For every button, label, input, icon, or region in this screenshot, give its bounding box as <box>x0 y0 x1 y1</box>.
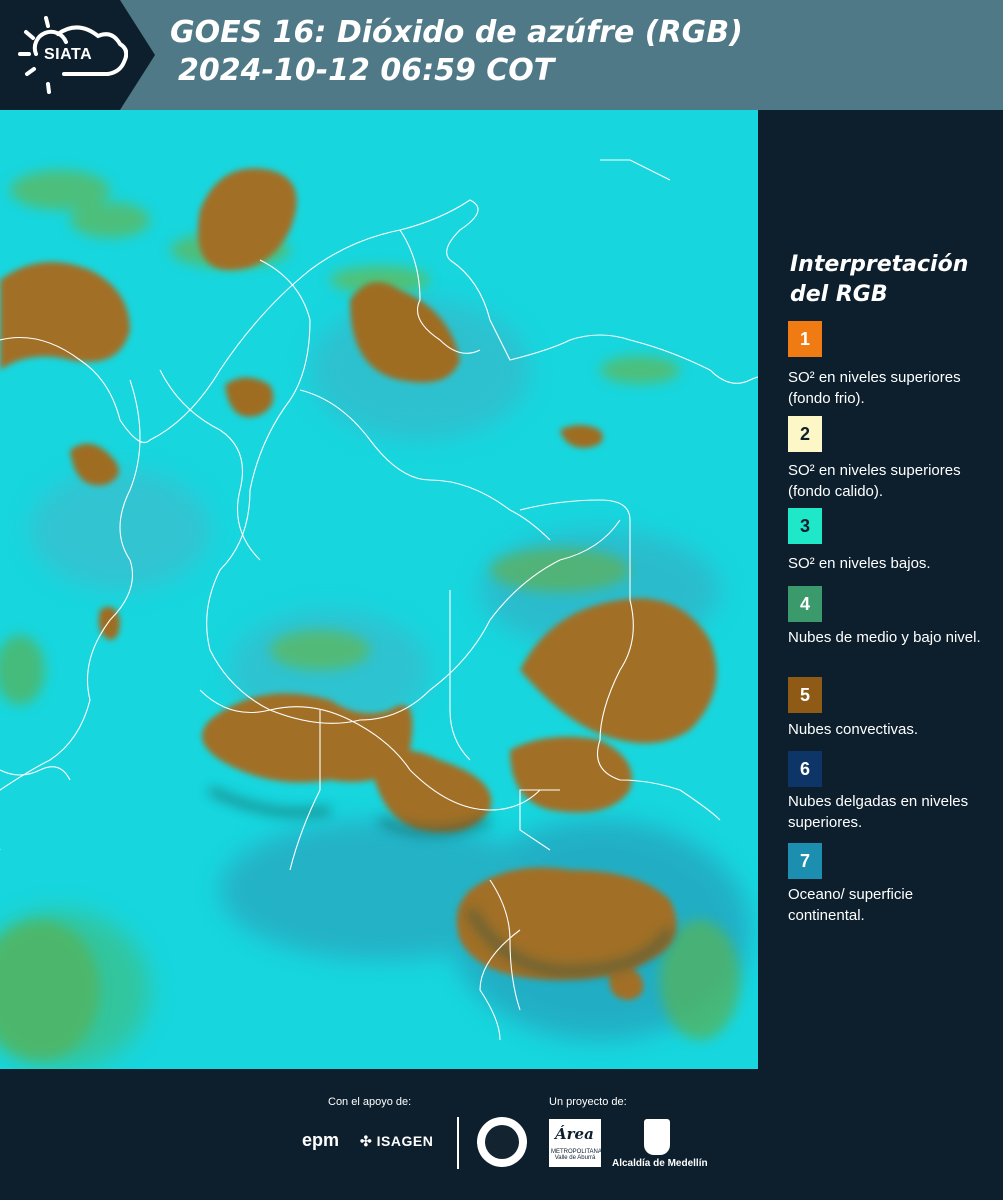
legend-swatch-4: 4 <box>788 586 822 622</box>
header-bar: SIATA GOES 16: Dióxido de azúfre (RGB) 2… <box>0 0 1003 110</box>
map-image <box>0 110 758 1069</box>
legend-label-1: SO² en niveles superiores (fondo frio). <box>788 369 961 407</box>
title-timestamp: 2024-10-12 06:59 COT <box>178 53 555 88</box>
legend-swatch-6: 6 <box>788 751 822 787</box>
legend-title-line1: Interpretación <box>790 252 969 277</box>
legend-label-6: Nubes delgadas en niveles superiores. <box>788 793 969 831</box>
area-logo-text: Área <box>555 1125 594 1143</box>
siata-logo[interactable]: SIATA <box>0 0 155 110</box>
alcaldia-label: Alcaldía de Medellín <box>612 1158 708 1169</box>
legend-swatch-7: 7 <box>788 843 822 879</box>
title-product: GOES 16: Dióxido de azúfre (RGB) <box>170 15 743 50</box>
legend-swatch-5: 5 <box>788 677 822 713</box>
legend-label-3: SO² en niveles bajos. <box>788 555 931 572</box>
legend-swatch-1: 1 <box>788 321 822 357</box>
footer-sponsors: Con el apoyo de: Un proyecto de: epm ✣ I… <box>0 1069 1003 1200</box>
legend-swatch-3: 3 <box>788 508 822 544</box>
legend-label-4: Nubes de medio y bajo nivel. <box>788 629 981 646</box>
page-title: GOES 16: Dióxido de azúfre (RGB) 2024-10… <box>170 14 743 90</box>
alcaldia-shield-icon <box>644 1119 670 1155</box>
epm-logo: epm <box>302 1130 340 1150</box>
medellin-seal-icon <box>477 1117 527 1167</box>
project-label: Un proyecto de: <box>549 1096 627 1108</box>
isagen-logo: ✣ ISAGEN <box>360 1133 434 1149</box>
legend-title-line2: del RGB <box>790 282 888 307</box>
area-logo-subtext: METROPOLITANA Valle de Aburrá <box>551 1149 602 1161</box>
legend-title: Interpretación del RGB <box>790 250 968 310</box>
satellite-map[interactable] <box>0 110 758 1069</box>
logo-text: SIATA <box>44 46 93 63</box>
isagen-text: ISAGEN <box>376 1133 434 1149</box>
footer-divider <box>457 1117 459 1169</box>
area-metropolitana-logo: Área METROPOLITANA Valle de Aburrá <box>549 1119 602 1167</box>
legend-label-5: Nubes convectivas. <box>788 721 919 738</box>
legend-swatch-2: 2 <box>788 416 822 452</box>
support-label: Con el apoyo de: <box>328 1096 412 1108</box>
legend-label-2: SO² en niveles superiores (fondo calido)… <box>788 462 961 500</box>
legend-panel: Interpretación del RGB 1 SO² en niveles s… <box>758 110 1003 1069</box>
legend-label-7: Oceano/ superficie continental. <box>788 886 914 924</box>
